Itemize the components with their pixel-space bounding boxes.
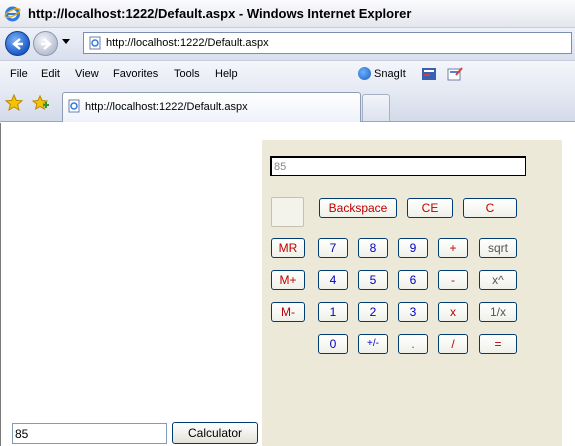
reciprocal-button[interactable]: 1/x: [479, 302, 517, 322]
memory-indicator: [271, 197, 304, 227]
menu-favorites[interactable]: Favorites: [113, 68, 158, 80]
divide-button[interactable]: /: [438, 334, 468, 354]
digit-6-button[interactable]: 6: [398, 270, 428, 290]
subtract-button[interactable]: -: [438, 270, 468, 290]
page-icon: [68, 99, 80, 113]
favorites-star-icon[interactable]: [5, 94, 23, 112]
memory-recall-button[interactable]: MR: [271, 238, 305, 258]
menu-help[interactable]: Help: [215, 68, 238, 80]
digit-0-button[interactable]: 0: [318, 334, 348, 354]
back-button[interactable]: [5, 31, 30, 56]
window-title-bar: http://localhost:1222/Default.aspx - Win…: [0, 0, 575, 28]
page-icon: [89, 36, 101, 50]
recent-pages-dropdown[interactable]: [62, 39, 70, 44]
multiply-button[interactable]: x: [438, 302, 468, 322]
menu-file[interactable]: File: [10, 68, 28, 80]
tab-title: http://localhost:1222/Default.aspx: [85, 101, 248, 113]
calculator-display[interactable]: 85: [270, 156, 526, 176]
digit-8-button[interactable]: 8: [358, 238, 388, 258]
digit-7-button[interactable]: 7: [318, 238, 348, 258]
digit-9-button[interactable]: 9: [398, 238, 428, 258]
digit-3-button[interactable]: 3: [398, 302, 428, 322]
snagit-icon: [358, 67, 371, 80]
snagit-capture-icon[interactable]: [421, 66, 437, 82]
window-title: http://localhost:1222/Default.aspx - Win…: [28, 6, 412, 21]
arrow-left-icon: [12, 38, 23, 50]
menu-view[interactable]: View: [75, 68, 99, 80]
calculator-panel: [262, 140, 562, 446]
tab-active[interactable]: http://localhost:1222/Default.aspx: [62, 92, 361, 122]
snagit-label: SnagIt: [374, 68, 406, 80]
backspace-button[interactable]: Backspace: [319, 198, 397, 218]
digit-4-button[interactable]: 4: [318, 270, 348, 290]
menu-bar: File Edit View Favorites Tools Help Snag…: [0, 60, 575, 88]
calculator-toggle-button[interactable]: Calculator: [172, 422, 258, 444]
tab-bar: http://localhost:1222/Default.aspx: [0, 88, 575, 122]
navigation-bar: http://localhost:1222/Default.aspx: [0, 28, 575, 60]
digit-1-button[interactable]: 1: [318, 302, 348, 322]
snagit-button[interactable]: SnagIt: [358, 67, 406, 80]
new-tab-button[interactable]: [362, 94, 390, 121]
address-bar[interactable]: http://localhost:1222/Default.aspx: [83, 32, 572, 54]
arrow-right-icon: [41, 38, 52, 50]
snagit-edit-icon[interactable]: [447, 66, 463, 82]
digit-5-button[interactable]: 5: [358, 270, 388, 290]
sqrt-button[interactable]: sqrt: [479, 238, 517, 258]
add-favorites-icon[interactable]: [32, 94, 50, 112]
digit-2-button[interactable]: 2: [358, 302, 388, 322]
value-input[interactable]: 85: [12, 423, 167, 444]
forward-button[interactable]: [33, 31, 58, 56]
negate-button[interactable]: +/-: [358, 334, 388, 354]
add-button[interactable]: +: [438, 238, 468, 258]
clear-button[interactable]: C: [463, 198, 517, 218]
equals-button[interactable]: =: [479, 334, 517, 354]
menu-edit[interactable]: Edit: [41, 68, 60, 80]
menu-tools[interactable]: Tools: [174, 68, 200, 80]
clear-entry-button[interactable]: CE: [407, 198, 453, 218]
power-button[interactable]: x^: [479, 270, 517, 290]
internet-explorer-icon: [4, 6, 21, 22]
memory-subtract-button[interactable]: M-: [271, 302, 305, 322]
decimal-button[interactable]: .: [398, 334, 428, 354]
memory-add-button[interactable]: M+: [271, 270, 305, 290]
address-url: http://localhost:1222/Default.aspx: [106, 37, 269, 49]
